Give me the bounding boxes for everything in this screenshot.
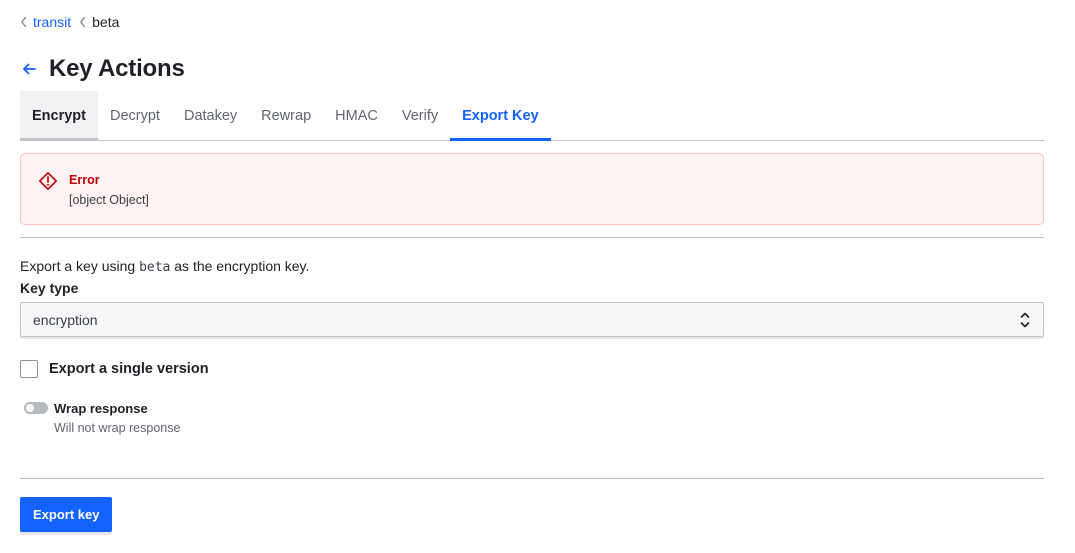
tab-encrypt[interactable]: Encrypt <box>20 91 98 141</box>
tab-rewrap[interactable]: Rewrap <box>249 91 323 140</box>
wrap-response-help: Will not wrap response <box>54 421 181 435</box>
key-name-code: beta <box>139 260 171 275</box>
error-alert: Error [object Object] <box>20 153 1044 225</box>
single-version-row: Export a single version <box>20 360 209 378</box>
single-version-checkbox[interactable] <box>20 360 38 378</box>
toggle-knob <box>26 404 34 412</box>
breadcrumb-item-transit: transit <box>20 14 71 30</box>
tab-datakey[interactable]: Datakey <box>172 91 249 140</box>
alert-message: [object Object] <box>69 193 149 207</box>
tab-hmac[interactable]: HMAC <box>323 91 390 140</box>
breadcrumb-current: beta <box>92 14 120 30</box>
chevron-left-icon <box>79 15 87 29</box>
breadcrumb: transit beta <box>20 14 119 30</box>
export-key-button[interactable]: Export key <box>20 497 113 532</box>
breadcrumb-item-beta: beta <box>79 14 119 30</box>
form-description: Export a key using beta as the encryptio… <box>20 258 309 275</box>
tab-verify[interactable]: Verify <box>390 91 450 140</box>
description-suffix: as the encryption key. <box>170 258 310 274</box>
arrow-left-icon[interactable] <box>20 60 38 78</box>
key-type-value: encryption <box>33 311 98 328</box>
wrap-response-toggle[interactable] <box>24 402 48 414</box>
chevron-left-icon <box>20 15 28 29</box>
tab-export-key[interactable]: Export Key <box>450 91 551 141</box>
alert-diamond-icon <box>38 171 58 191</box>
divider <box>20 478 1044 479</box>
page-title: Key Actions <box>49 55 185 82</box>
key-type-select[interactable]: encryption <box>20 302 1044 337</box>
alert-title: Error <box>69 173 100 187</box>
page-header: Key Actions <box>20 55 185 83</box>
chevron-up-down-icon <box>1020 310 1030 330</box>
divider <box>20 237 1044 238</box>
key-type-label: Key type <box>20 280 79 296</box>
tab-decrypt[interactable]: Decrypt <box>98 91 172 140</box>
wrap-response-label[interactable]: Wrap response <box>54 401 148 416</box>
single-version-label[interactable]: Export a single version <box>49 361 209 377</box>
tab-bar: Encrypt Decrypt Datakey Rewrap HMAC Veri… <box>20 91 1044 141</box>
page: transit beta Key Actions Encrypt Decrypt… <box>0 0 1075 553</box>
description-prefix: Export a key using <box>20 258 140 274</box>
breadcrumb-link-transit[interactable]: transit <box>33 14 71 30</box>
